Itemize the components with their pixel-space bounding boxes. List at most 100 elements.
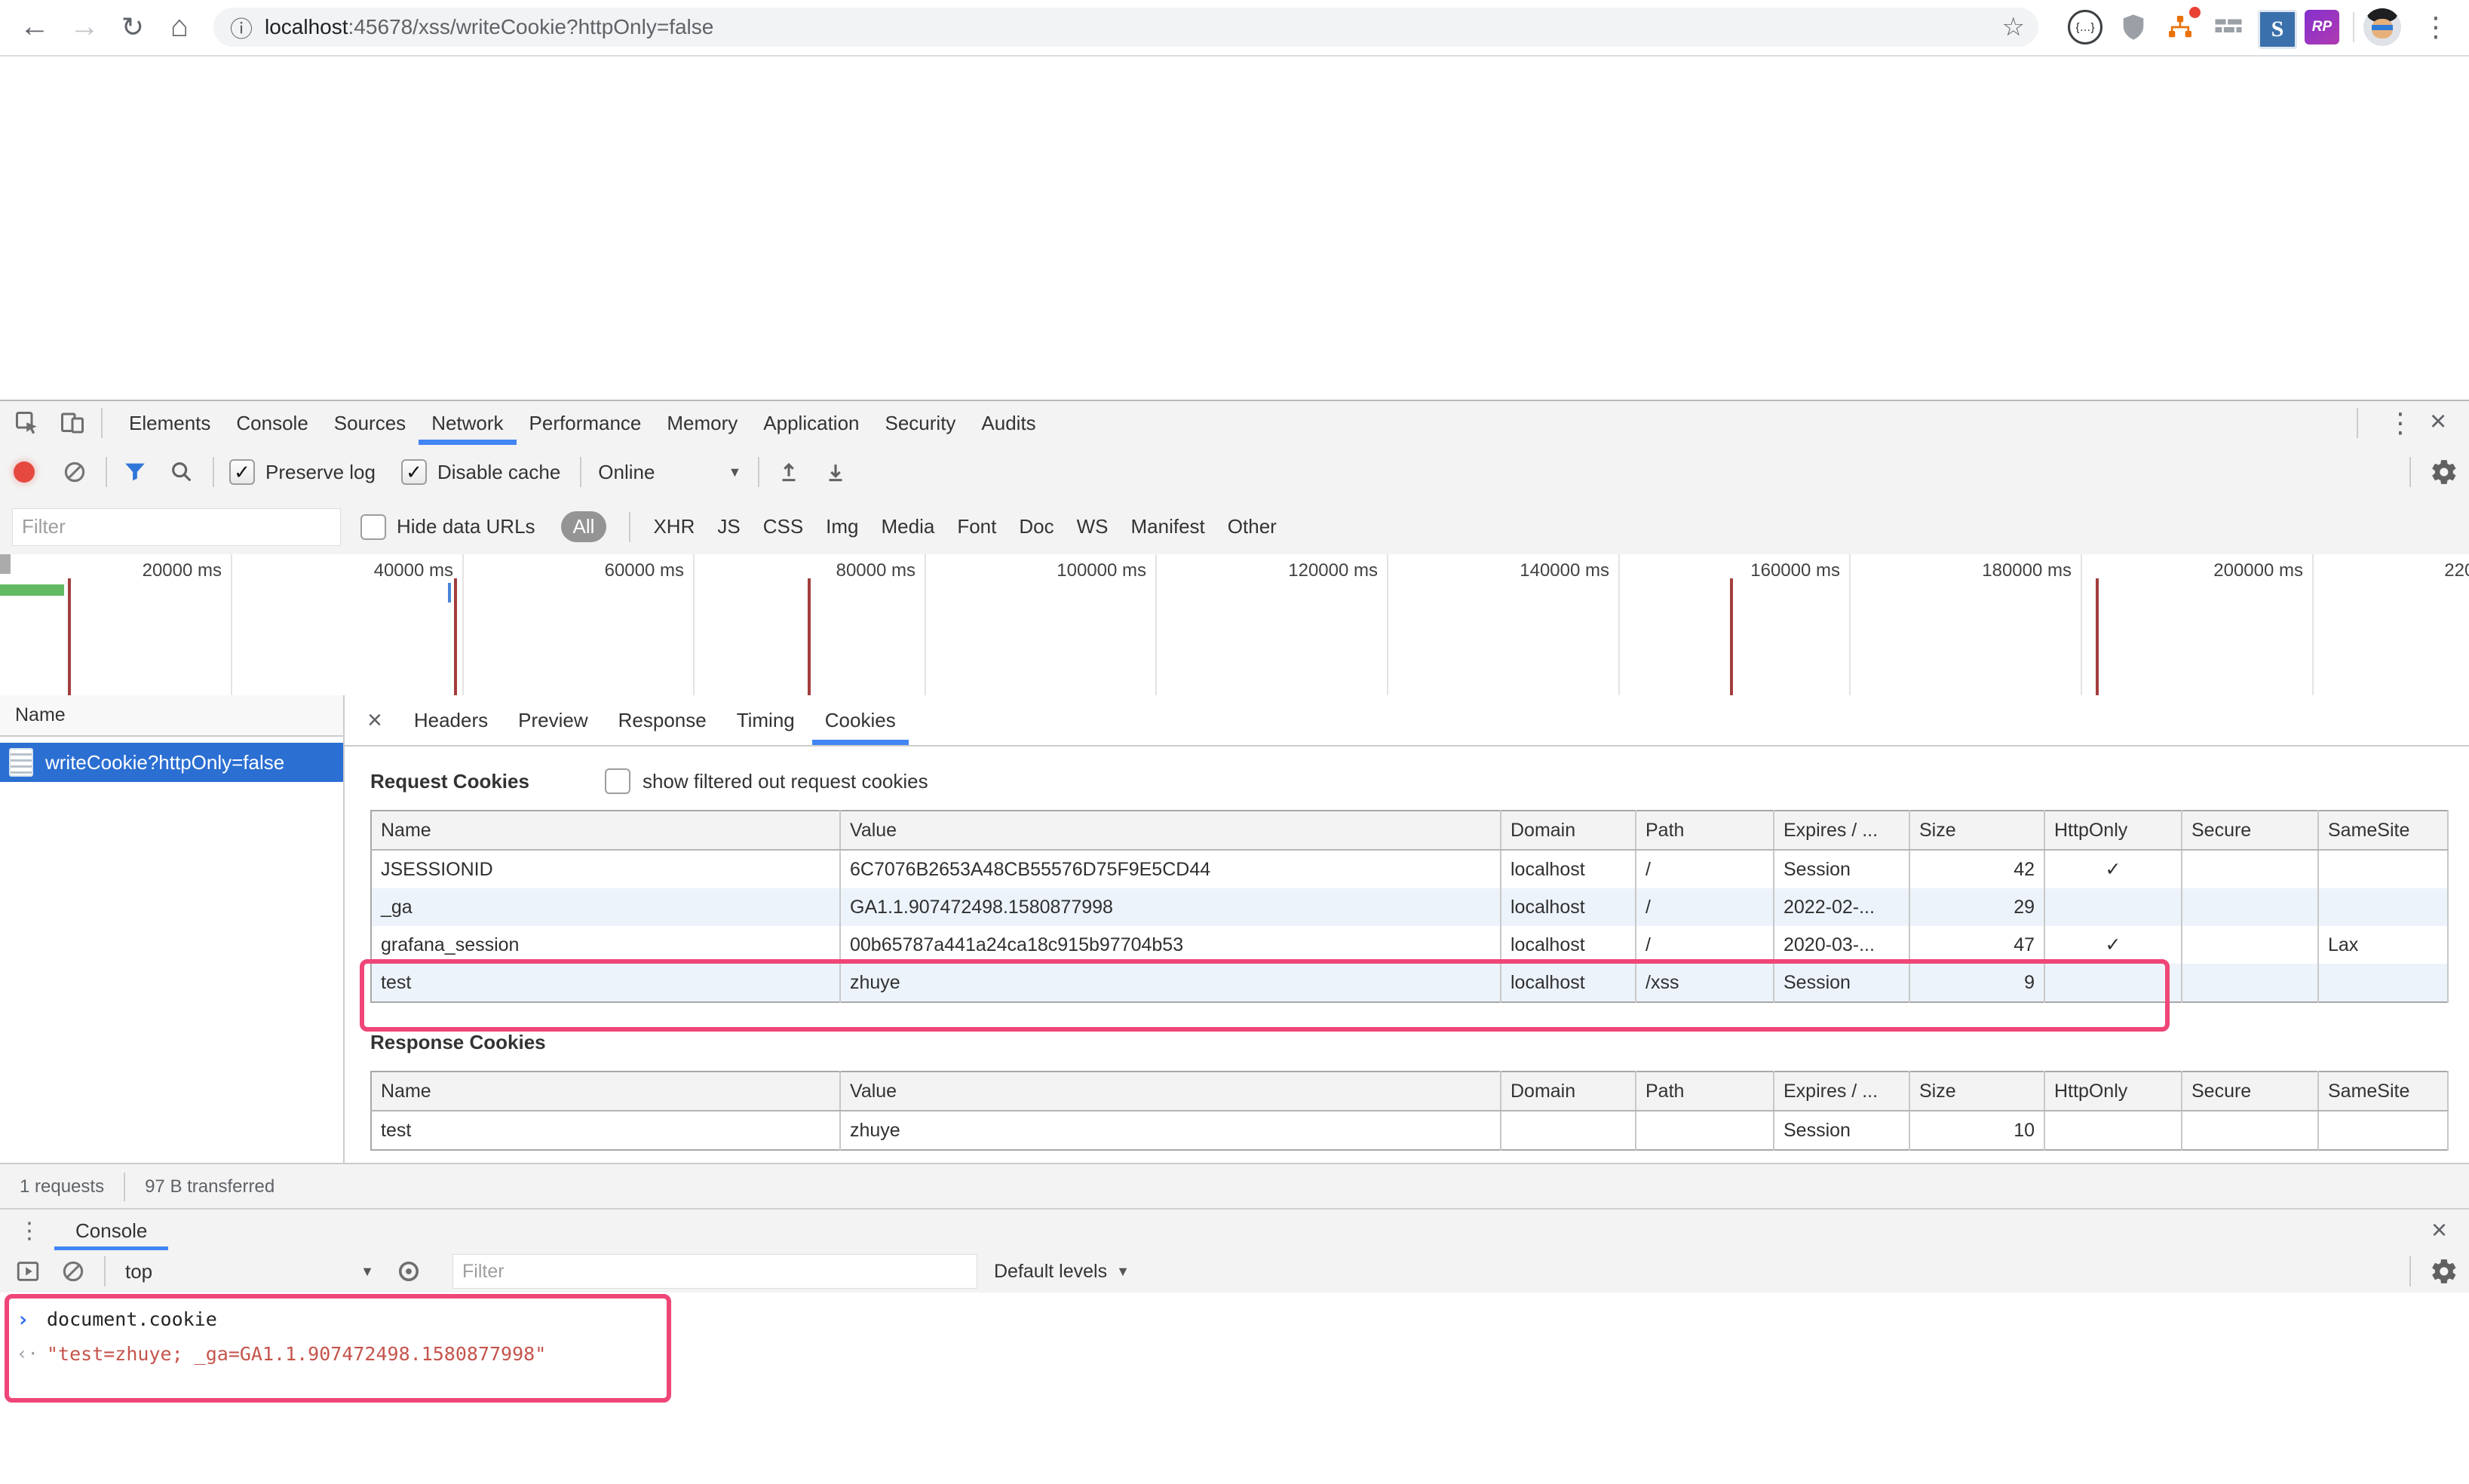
page-info-icon[interactable]: ⓘ [230,11,253,44]
filter-funnel-icon[interactable] [122,459,148,485]
tab-application[interactable]: Application [750,401,872,445]
transferred-size: 97 B transferred [145,1176,275,1197]
table-row[interactable]: testzhuyeSession10 [371,1111,2448,1150]
back-icon[interactable]: ← [12,0,57,54]
network-filter-input[interactable] [12,508,341,546]
device-toolbar-icon[interactable] [59,409,86,437]
column-header-expires-[interactable]: Expires / ... [1774,811,1909,850]
tab-preview[interactable]: Preview [505,695,600,745]
extension-shield-icon[interactable] [2116,10,2151,44]
throttling-select[interactable]: Online ▼ [598,461,741,484]
table-row[interactable]: _gaGA1.1.907472498.1580877998localhost/2… [371,888,2448,926]
filter-chip-all[interactable]: All [561,511,607,542]
bookmark-star-icon[interactable]: ☆ [2002,12,2025,42]
search-icon[interactable] [169,459,195,485]
console-input-row[interactable]: ›document.cookie [0,1302,2469,1336]
column-header-path[interactable]: Path [1636,1072,1774,1111]
column-header-name[interactable]: Name [371,1072,840,1111]
column-header-secure[interactable]: Secure [2182,1072,2318,1111]
preserve-log-checkbox[interactable]: ✓ [229,459,255,485]
record-button[interactable] [14,461,35,483]
column-header-httponly[interactable]: HttpOnly [2044,811,2182,850]
tab-network[interactable]: Network [419,401,516,445]
filter-chip-other[interactable]: Other [1228,515,1277,538]
request-row-selected[interactable]: writeCookie?httpOnly=false [0,743,343,782]
show-filtered-checkbox[interactable] [605,768,630,794]
tab-sources[interactable]: Sources [321,401,419,445]
column-header-name[interactable]: Name [371,811,840,850]
forward-icon[interactable]: → [62,0,107,54]
live-expression-eye-icon[interactable] [395,1258,422,1285]
filter-chip-manifest[interactable]: Manifest [1131,515,1205,538]
extension-grid-icon[interactable] [2211,10,2246,44]
table-row[interactable]: grafana_session00b65787a441a24ca18c915b9… [371,926,2448,964]
import-har-icon[interactable] [776,459,802,485]
clear-icon[interactable] [62,459,87,485]
filter-chip-media[interactable]: Media [882,515,935,538]
tab-console[interactable]: Console [223,401,321,445]
column-header-size[interactable]: Size [1909,811,2044,850]
column-header-expires-[interactable]: Expires / ... [1774,1072,1909,1111]
column-header-samesite[interactable]: SameSite [2318,811,2448,850]
filter-chip-js[interactable]: JS [717,515,740,538]
disable-cache-checkbox[interactable]: ✓ [401,459,427,485]
filter-chip-ws[interactable]: WS [1077,515,1109,538]
devtools-close-icon[interactable]: × [2430,406,2446,438]
console-result-row[interactable]: ‹·"test=zhuye; _ga=GA1.1.907472498.15808… [0,1336,2469,1371]
clear-console-icon[interactable] [60,1259,86,1284]
inspect-element-icon[interactable] [14,409,41,437]
console-messages[interactable]: ›document.cookie‹·"test=zhuye; _ga=GA1.1… [0,1292,2469,1484]
network-overview-timeline[interactable]: 20000 ms40000 ms60000 ms80000 ms100000 m… [0,554,2469,697]
home-icon[interactable]: ⌂ [157,0,202,54]
network-settings-gear-icon[interactable] [2430,458,2458,486]
column-header-samesite[interactable]: SameSite [2318,1072,2448,1111]
column-header-value[interactable]: Value [840,1072,1501,1111]
filter-chip-doc[interactable]: Doc [1019,515,1054,538]
tab-response[interactable]: Response [606,695,719,745]
filter-chip-img[interactable]: Img [826,515,858,538]
console-settings-gear-icon[interactable] [2430,1257,2458,1286]
column-header-size[interactable]: Size [1909,1072,2044,1111]
tab-console[interactable]: Console [54,1210,168,1252]
table-cell: JSESSIONID [371,850,840,888]
tab-audits[interactable]: Audits [968,401,1048,445]
column-header-path[interactable]: Path [1636,811,1774,850]
tab-cookies[interactable]: Cookies [812,695,909,745]
tab-memory[interactable]: Memory [654,401,750,445]
tab-elements[interactable]: Elements [116,401,223,445]
table-row[interactable]: testzhuyelocalhost/xssSession9 [371,964,2448,1002]
drawer-close-icon[interactable]: × [2431,1214,2447,1246]
execution-context-select[interactable]: top ▼ [125,1260,374,1283]
filter-chip-css[interactable]: CSS [763,515,803,538]
column-header-domain[interactable]: Domain [1501,1072,1636,1111]
reload-icon[interactable]: ↻ [110,0,155,54]
url-text[interactable]: localhost:45678/xss/writeCookie?httpOnly… [265,15,713,39]
column-header-domain[interactable]: Domain [1501,811,1636,850]
filter-chip-xhr[interactable]: XHR [653,515,695,538]
request-list-header[interactable]: Name [0,695,343,737]
extension-rp-icon[interactable]: RP [2305,10,2339,44]
extension-s-icon[interactable]: S [2258,10,2297,49]
hide-data-urls-checkbox[interactable] [360,514,386,540]
tab-performance[interactable]: Performance [517,401,655,445]
drawer-menu-icon[interactable]: ⋮ [18,1218,41,1244]
column-header-httponly[interactable]: HttpOnly [2044,1072,2182,1111]
console-filter-input[interactable] [452,1254,977,1289]
address-bar[interactable]: ⓘ localhost:45678/xss/writeCookie?httpOn… [213,8,2038,47]
tab-security[interactable]: Security [873,401,969,445]
filter-chip-font[interactable]: Font [957,515,996,538]
console-sidebar-toggle-icon[interactable] [15,1259,41,1284]
browser-menu-icon[interactable]: ⋮ [2415,0,2457,54]
column-header-secure[interactable]: Secure [2182,811,2318,850]
tab-timing[interactable]: Timing [724,695,808,745]
devtools-menu-icon[interactable]: ⋮ [2387,407,2414,439]
extension-sitemap-icon[interactable] [2163,10,2198,44]
extension-braces-icon[interactable]: {…} [2068,10,2102,44]
profile-avatar[interactable] [2363,8,2401,46]
export-har-icon[interactable] [823,459,848,485]
tab-headers[interactable]: Headers [401,695,501,745]
column-header-value[interactable]: Value [840,811,1501,850]
detail-close-icon[interactable]: × [367,706,382,735]
log-levels-select[interactable]: Default levels ▼ [994,1261,1130,1283]
table-row[interactable]: JSESSIONID6C7076B2653A48CB55576D75F9E5CD… [371,850,2448,888]
